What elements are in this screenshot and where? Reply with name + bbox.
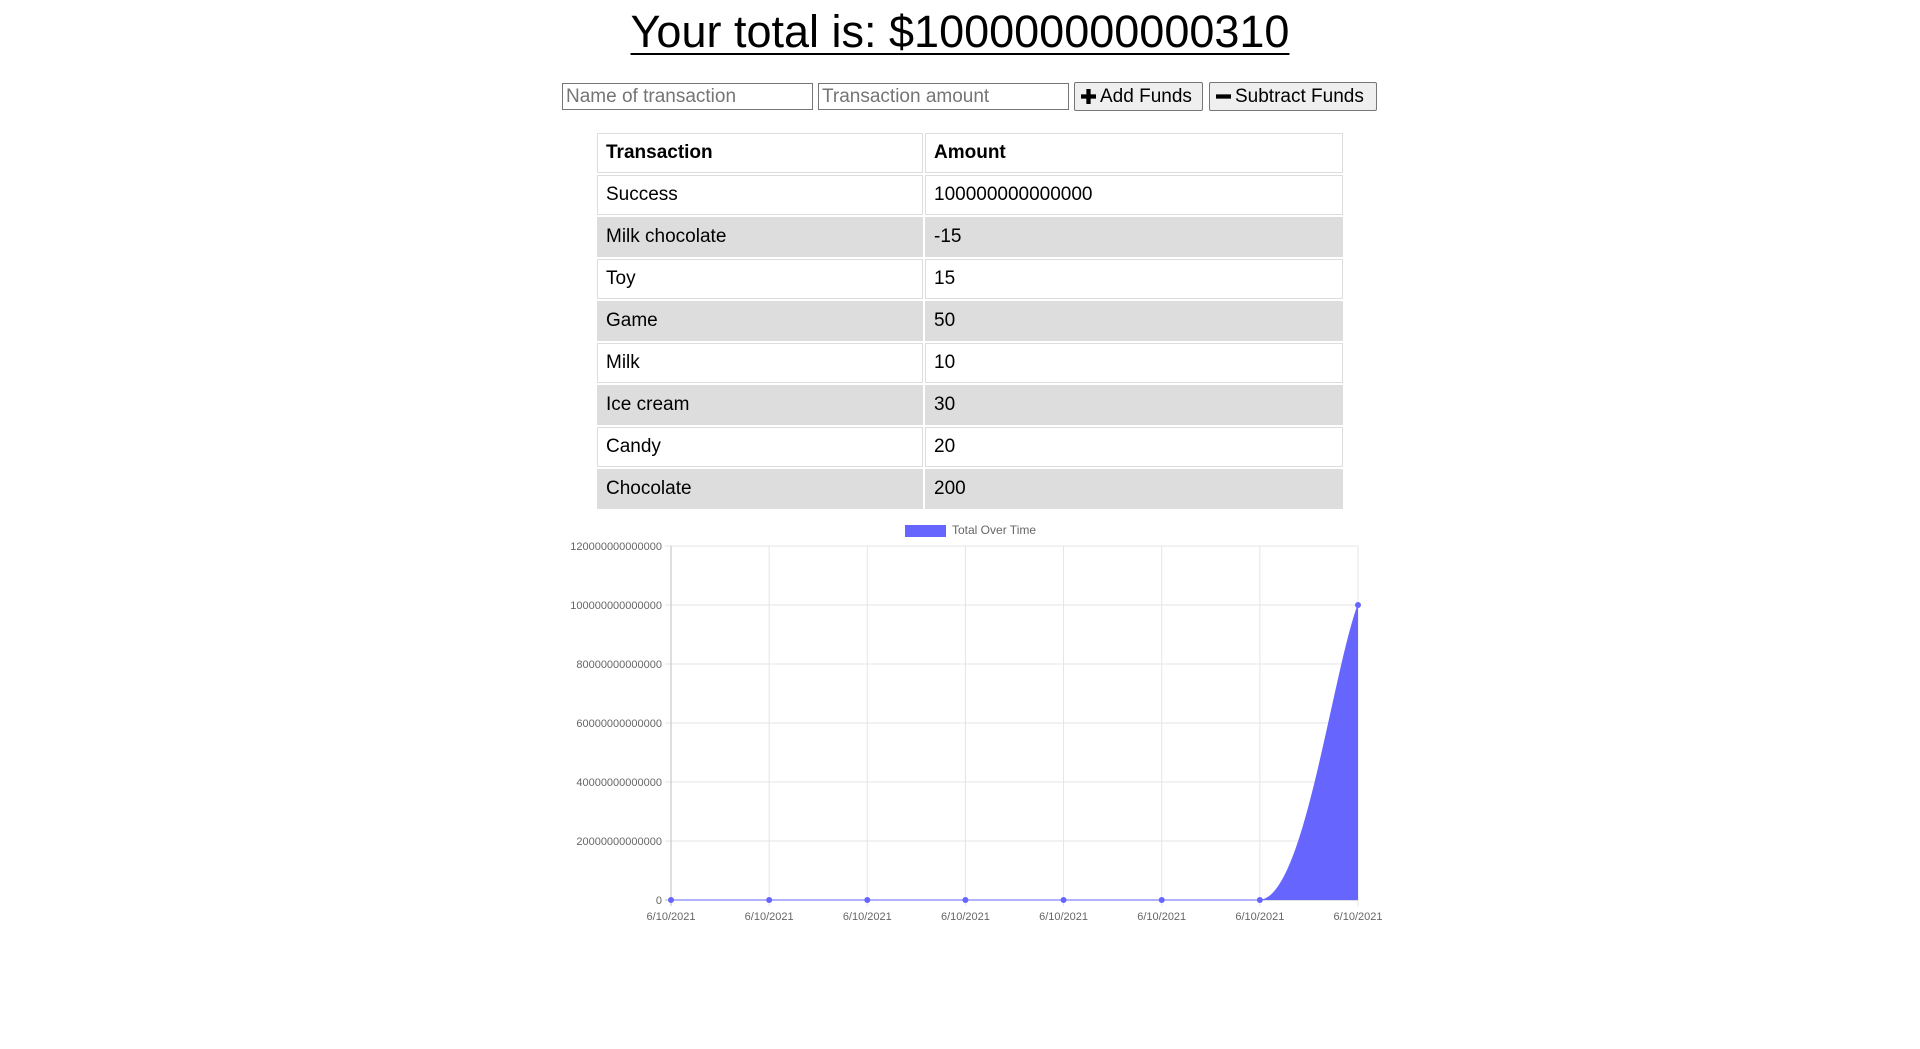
- data-point: [766, 897, 773, 903]
- subtract-funds-label: Subtract Funds: [1235, 85, 1364, 107]
- transaction-amount: 100000000000000: [925, 175, 1343, 215]
- transaction-amount: 20: [925, 427, 1343, 467]
- subtract-funds-button[interactable]: Subtract Funds: [1209, 82, 1377, 111]
- transaction-name: Game: [597, 301, 923, 341]
- table-row: Candy 20: [597, 427, 1343, 467]
- table-row: Game 50: [597, 301, 1343, 341]
- y-tick-label: 20000000000000: [576, 836, 662, 848]
- x-tick-label: 6/10/2021: [1137, 911, 1186, 923]
- table-row: Ice cream 30: [597, 385, 1343, 425]
- legend-swatch: [905, 525, 946, 537]
- data-point: [1158, 897, 1165, 903]
- y-tick-label: 40000000000000: [576, 777, 662, 789]
- x-tick-label: 6/10/2021: [745, 911, 794, 923]
- y-tick-label: 100000000000000: [570, 600, 662, 612]
- transaction-amount-input[interactable]: [818, 83, 1069, 110]
- transaction-amount: 15: [925, 259, 1343, 299]
- data-point: [1060, 897, 1067, 903]
- transaction-name: Milk: [597, 343, 923, 383]
- minus-icon: [1216, 94, 1231, 99]
- transaction-amount: 50: [925, 301, 1343, 341]
- transaction-form: Add Funds Subtract Funds: [562, 82, 1377, 111]
- x-tick-label: 6/10/2021: [647, 911, 696, 923]
- data-point: [1256, 897, 1263, 903]
- x-tick-label: 6/10/2021: [843, 911, 892, 923]
- data-point: [668, 897, 674, 903]
- transaction-name-input[interactable]: [562, 83, 813, 110]
- table-row: Toy 15: [597, 259, 1343, 299]
- transaction-name: Candy: [597, 427, 923, 467]
- column-header-transaction: Transaction: [597, 133, 923, 173]
- plus-icon: [1081, 89, 1096, 104]
- x-tick-label: 6/10/2021: [1235, 911, 1284, 923]
- x-tick-label: 6/10/2021: [1039, 911, 1088, 923]
- legend-label: Total Over Time: [952, 523, 1036, 537]
- table-row: Milk 10: [597, 343, 1343, 383]
- transaction-amount: 10: [925, 343, 1343, 383]
- transaction-name: Ice cream: [597, 385, 923, 425]
- y-tick-label: 80000000000000: [576, 659, 662, 671]
- table-row: Success 100000000000000: [597, 175, 1343, 215]
- data-point: [962, 897, 969, 903]
- add-funds-label: Add Funds: [1100, 85, 1192, 107]
- transactions-table: Transaction Amount Success 1000000000000…: [595, 131, 1345, 511]
- transaction-amount: 200: [925, 469, 1343, 509]
- data-point: [864, 897, 871, 903]
- x-tick-label: 6/10/2021: [941, 911, 990, 923]
- transaction-amount: 30: [925, 385, 1343, 425]
- data-point: [1355, 602, 1361, 608]
- table-row: Milk chocolate -15: [597, 217, 1343, 257]
- x-tick-label: 6/10/2021: [1334, 911, 1383, 923]
- transaction-name: Success: [597, 175, 923, 215]
- series-line: [670, 604, 1359, 901]
- series-area: [671, 605, 1358, 900]
- transaction-name: Chocolate: [597, 469, 923, 509]
- column-header-amount: Amount: [925, 133, 1343, 173]
- table-header-row: Transaction Amount: [597, 133, 1343, 173]
- add-funds-button[interactable]: Add Funds: [1074, 82, 1203, 111]
- budget-tracker-page: Your total is: $100000000000310 Add Fund…: [0, 0, 1920, 1049]
- y-tick-label: 120000000000000: [570, 541, 662, 553]
- y-tick-label: 60000000000000: [576, 718, 662, 730]
- transaction-name: Toy: [597, 259, 923, 299]
- y-tick-label: 0: [656, 895, 662, 907]
- table-row: Chocolate 200: [597, 469, 1343, 509]
- transaction-name: Milk chocolate: [597, 217, 923, 257]
- total-heading: Your total is: $100000000000310: [630, 6, 1290, 57]
- transaction-amount: -15: [925, 217, 1343, 257]
